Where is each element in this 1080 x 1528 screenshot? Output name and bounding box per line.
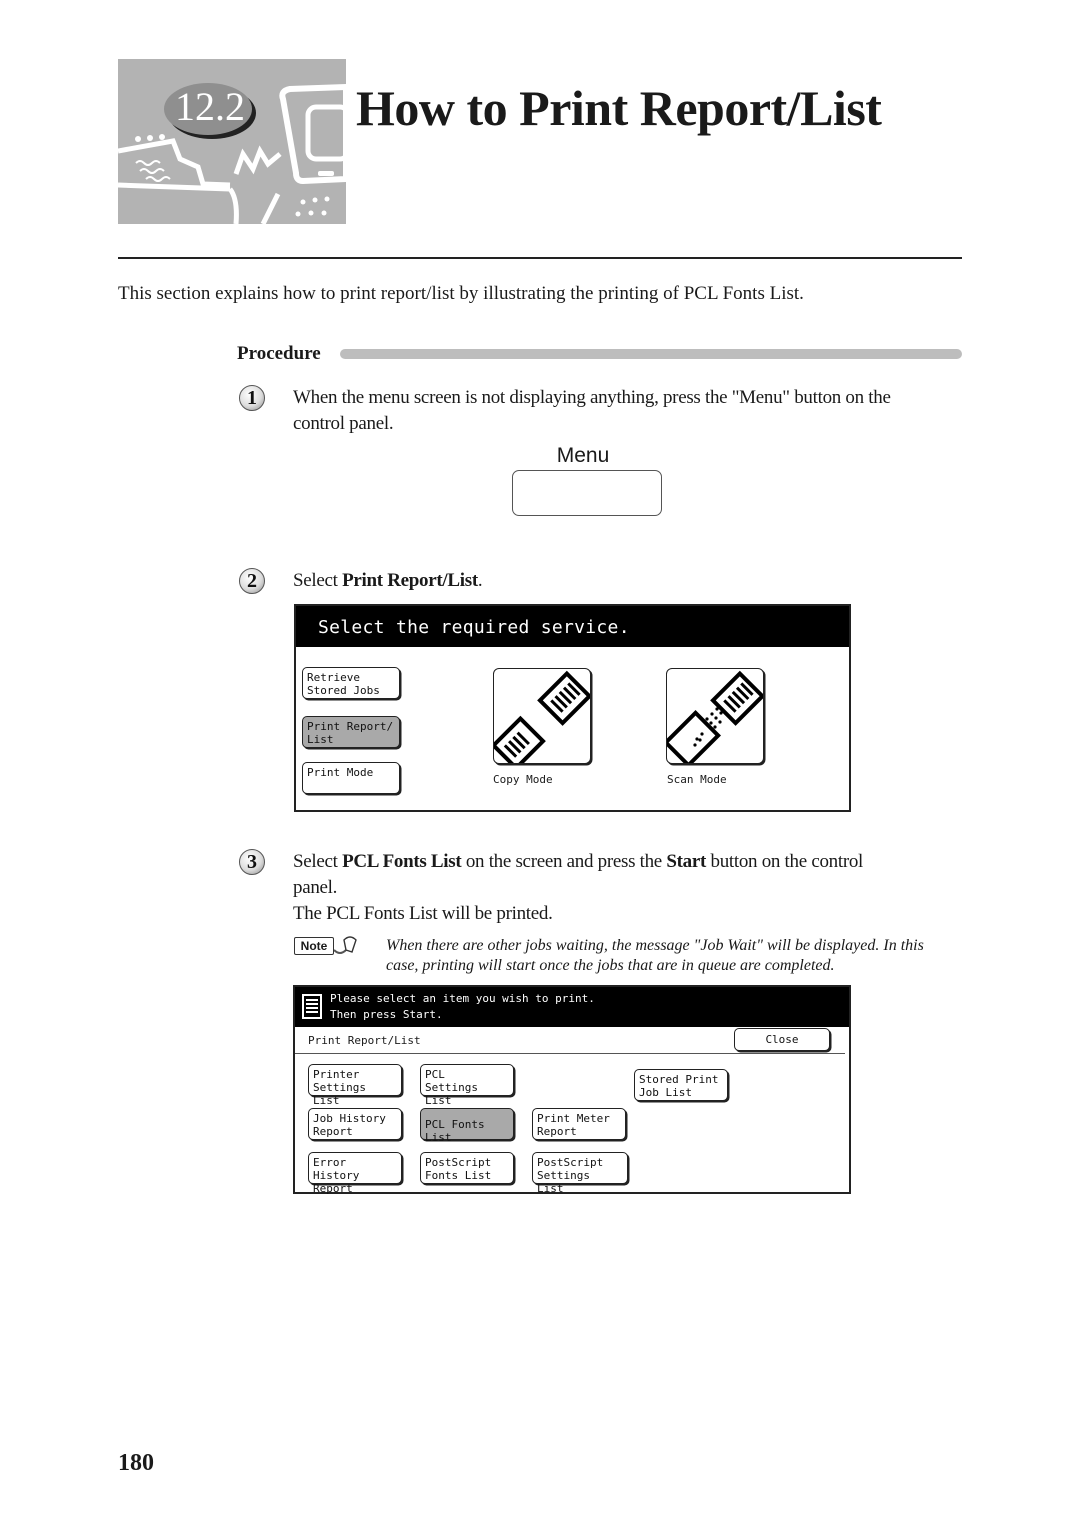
step-3-line2: panel. bbox=[293, 877, 338, 898]
screen-message-line1: Please select an item you wish to print. bbox=[330, 992, 595, 1005]
procedure-bar bbox=[340, 349, 962, 359]
step-3-seg3: button on the control bbox=[706, 851, 864, 872]
step-1-line1: When the menu screen is not displaying a… bbox=[293, 387, 891, 408]
screen-message: Select the required service. bbox=[296, 606, 849, 647]
step-2-text: Select Print Report/List. bbox=[293, 568, 483, 594]
step-2-suffix: . bbox=[477, 570, 483, 591]
retrieve-stored-jobs-button[interactable]: Retrieve Stored Jobs bbox=[302, 667, 400, 699]
step-3-seg1: Select bbox=[293, 851, 343, 872]
step-1-line2: control panel. bbox=[293, 413, 394, 434]
note-text: When there are other jobs waiting, the m… bbox=[386, 937, 924, 974]
print-mode-button[interactable]: Print Mode bbox=[302, 762, 400, 794]
step-1-number: 1 bbox=[239, 385, 265, 411]
screen-message-line2: Then press Start. bbox=[330, 1008, 443, 1021]
step-3-bold1: PCL Fonts List bbox=[342, 851, 462, 872]
scan-mode-button[interactable] bbox=[666, 668, 764, 764]
error-history-report-button[interactable]: Error History Report bbox=[308, 1152, 402, 1195]
copy-mode-icon bbox=[494, 670, 590, 763]
step-3-seg2: on the screen and press the bbox=[461, 851, 667, 872]
postscript-fonts-list-button[interactable]: PostScript Fonts List bbox=[420, 1152, 514, 1184]
close-button[interactable]: Close bbox=[734, 1028, 830, 1051]
screen-message: Please select an item you wish to print.… bbox=[295, 987, 849, 1027]
step-3-line3: The PCL Fonts List will be printed. bbox=[293, 903, 553, 924]
step-3-bold2: Start bbox=[666, 851, 707, 872]
printer-settings-list-button[interactable]: Printer Settings List bbox=[308, 1064, 402, 1107]
copy-mode-label: Copy Mode bbox=[493, 773, 553, 786]
service-select-screen: Select the required service. Retrieve St… bbox=[294, 604, 851, 812]
step-3-number: 3 bbox=[239, 849, 265, 875]
page-title: How to Print Report/List bbox=[356, 80, 882, 136]
chapter-number: 12.2 bbox=[175, 84, 245, 129]
step-2-bold: Print Report/List bbox=[342, 570, 478, 591]
page-number: 180 bbox=[118, 1450, 154, 1476]
note-badge: Note bbox=[294, 937, 334, 955]
job-history-report-button[interactable]: Job History Report bbox=[308, 1108, 402, 1140]
copy-mode-button[interactable] bbox=[493, 668, 591, 764]
menu-button[interactable] bbox=[512, 470, 662, 516]
print-report-list-screen: Please select an item you wish to print.… bbox=[293, 985, 851, 1195]
scan-mode-label: Scan Mode bbox=[667, 773, 727, 786]
menu-button-label: Menu bbox=[556, 444, 610, 467]
screen-title: Print Report/List bbox=[308, 1034, 421, 1047]
step-1-text: When the menu screen is not displaying a… bbox=[293, 385, 891, 437]
postscript-settings-list-button[interactable]: PostScript Settings List bbox=[532, 1152, 628, 1195]
pcl-settings-list-button[interactable]: PCL Settings List bbox=[420, 1064, 514, 1107]
intro-paragraph: This section explains how to print repor… bbox=[118, 283, 804, 304]
step-3-text: Select PCL Fonts List on the screen and … bbox=[293, 849, 863, 927]
pcl-fonts-list-button[interactable]: PCL Fonts List bbox=[420, 1108, 514, 1144]
header-divider bbox=[118, 257, 962, 259]
procedure-heading: Procedure bbox=[237, 343, 321, 364]
note-pen-icon bbox=[334, 936, 357, 954]
scan-mode-icon bbox=[667, 670, 763, 763]
list-document-icon bbox=[302, 994, 322, 1019]
step-2-prefix: Select bbox=[293, 570, 343, 591]
print-meter-report-button[interactable]: Print Meter Report bbox=[532, 1108, 626, 1140]
stored-print-job-list-button[interactable]: Stored Print Job List bbox=[634, 1069, 728, 1101]
print-report-list-button[interactable]: Print Report/ List bbox=[302, 716, 400, 748]
step-2-number: 2 bbox=[239, 568, 265, 594]
